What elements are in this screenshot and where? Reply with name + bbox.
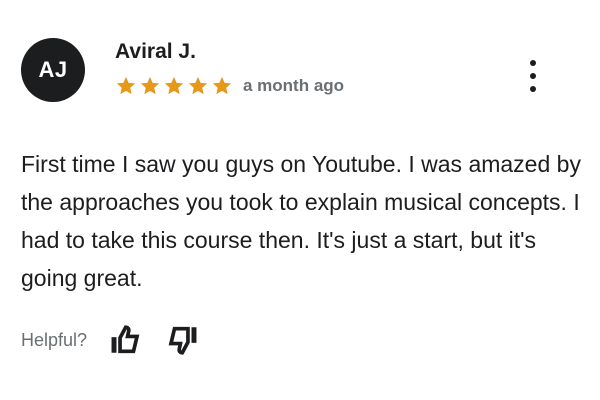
- star-icon: [212, 76, 232, 95]
- reviewer-name: Aviral J.: [115, 40, 196, 63]
- star-icon: [164, 76, 184, 95]
- avatar-initials: AJ: [38, 57, 68, 82]
- more-vertical-icon: [530, 60, 536, 66]
- star-icon: [116, 76, 136, 95]
- thumbs-up-icon: [111, 325, 140, 354]
- star-icon: [140, 76, 160, 95]
- review-card: AJ Aviral J. a month ago First time I sa…: [0, 0, 600, 400]
- helpful-label: Helpful?: [21, 329, 88, 350]
- avatar: AJ: [21, 38, 85, 102]
- review-text: First time I saw you guys on Youtube. I …: [21, 151, 581, 291]
- star-icon: [188, 76, 208, 95]
- more-vertical-icon: [530, 86, 536, 92]
- helpful-row: Helpful?: [21, 322, 223, 358]
- more-options-button[interactable]: [521, 58, 545, 94]
- more-vertical-icon: [530, 73, 536, 79]
- thumbs-down-icon: [168, 326, 197, 355]
- star-rating: [115, 75, 233, 97]
- rating-row: a month ago: [115, 74, 344, 98]
- review-date: a month ago: [243, 76, 345, 95]
- thumbs-down-button[interactable]: [165, 322, 201, 358]
- thumbs-up-button[interactable]: [107, 322, 143, 358]
